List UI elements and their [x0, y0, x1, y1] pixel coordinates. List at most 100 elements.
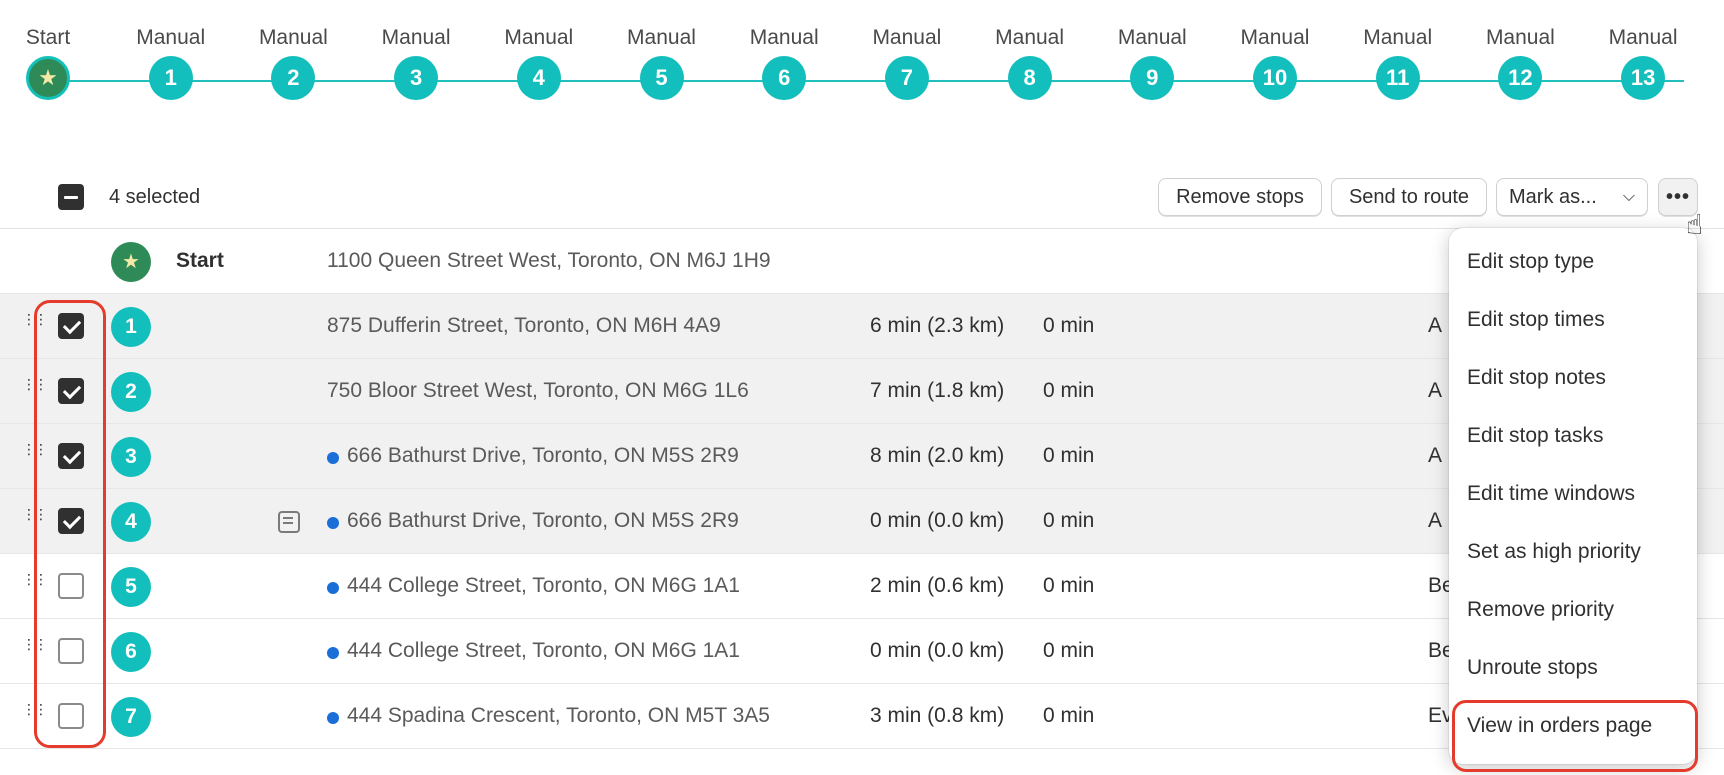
- stop-address: 666 Bathurst Drive, Toronto, ON M5S 2R9: [347, 509, 739, 532]
- stop-status: A: [1428, 314, 1443, 337]
- menu-item-set-as-high-priority[interactable]: Set as high priority: [1449, 526, 1697, 584]
- service-time: 0 min: [1043, 379, 1095, 402]
- mark-as-label: Mark as...: [1509, 186, 1597, 208]
- timeline-stop-marker[interactable]: 11: [1375, 56, 1420, 100]
- timeline-stop-type-label: Manual: [136, 26, 206, 49]
- timeline-stop-marker[interactable]: 9: [1130, 56, 1175, 100]
- order-indicator-dot: [327, 452, 339, 464]
- timeline-start[interactable]: Start ★: [0, 24, 108, 100]
- remove-stops-button[interactable]: Remove stops: [1158, 178, 1322, 216]
- service-time: 0 min: [1043, 704, 1095, 727]
- stop-number-badge: 1: [111, 307, 151, 347]
- timeline-stop-1[interactable]: Manual 1: [111, 24, 231, 100]
- timeline-stop-type-label: Manual: [1608, 26, 1678, 49]
- timeline-stop-marker[interactable]: 12: [1498, 56, 1543, 100]
- timeline-stop-8[interactable]: Manual 8: [970, 24, 1090, 100]
- notes-icon[interactable]: [278, 511, 300, 533]
- menu-item-unroute-stops[interactable]: Unroute stops: [1449, 642, 1697, 700]
- route-timeline: Start ★ Manual 1 Manual 2 Manual 3 Manual 4 Manu…: [0, 0, 1724, 130]
- start-address: 1100 Queen Street West, Toronto, ON M6J …: [327, 249, 771, 272]
- selected-count: 4 selected: [109, 186, 201, 208]
- timeline-stop-marker[interactable]: 10: [1253, 56, 1297, 100]
- timeline-stop-marker[interactable]: 7: [884, 56, 929, 100]
- timeline-stop-4[interactable]: Manual 4: [479, 24, 599, 100]
- order-indicator-dot: [327, 582, 339, 594]
- timeline-stop-marker[interactable]: 2: [271, 56, 316, 100]
- star-icon: ★: [122, 251, 140, 273]
- mark-as-dropdown[interactable]: Mark as... ⌵: [1496, 178, 1648, 216]
- timeline-stop-3[interactable]: Manual 3: [356, 24, 476, 100]
- service-time: 0 min: [1043, 574, 1095, 597]
- travel-time: 3 min (0.8 km): [870, 704, 1005, 727]
- select-all-checkbox[interactable]: [58, 184, 84, 210]
- stop-address: 875 Dufferin Street, Toronto, ON M6H 4A9: [327, 314, 721, 337]
- timeline-stop-2[interactable]: Manual 2: [233, 24, 353, 100]
- drag-handle-icon[interactable]: ⋮⋮: [22, 702, 48, 716]
- drag-handle-icon[interactable]: ⋮⋮: [22, 507, 48, 521]
- timeline-stop-marker[interactable]: 4: [516, 56, 561, 100]
- stop-address: 444 College Street, Toronto, ON M6G 1A1: [347, 639, 740, 662]
- travel-time: 7 min (1.8 km): [870, 379, 1005, 402]
- timeline-stop-marker[interactable]: 5: [639, 56, 684, 100]
- menu-item-edit-stop-notes[interactable]: Edit stop notes: [1449, 352, 1697, 410]
- stop-number-badge: 6: [111, 632, 151, 672]
- timeline-stop-10[interactable]: Manual 10: [1215, 24, 1335, 100]
- stop-address: 750 Bloor Street West, Toronto, ON M6G 1…: [327, 379, 749, 402]
- drag-handle-icon[interactable]: ⋮⋮: [22, 442, 48, 456]
- timeline-stop-5[interactable]: Manual 5: [602, 24, 722, 100]
- timeline-stop-marker[interactable]: 8: [1007, 56, 1052, 100]
- drag-handle-icon[interactable]: ⋮⋮: [22, 377, 48, 391]
- timeline-stop-marker[interactable]: 6: [762, 56, 807, 100]
- travel-time: 6 min (2.3 km): [870, 314, 1005, 337]
- timeline-stop-type-label: Manual: [1485, 26, 1555, 49]
- timeline-stop-type-label: Manual: [627, 26, 696, 49]
- timeline-stop-11[interactable]: Manual 11: [1338, 24, 1458, 100]
- stop-number-badge: 2: [111, 372, 151, 412]
- timeline-stop-marker[interactable]: 3: [394, 56, 439, 100]
- stop-status: A: [1428, 444, 1443, 467]
- service-time: 0 min: [1043, 444, 1095, 467]
- more-actions-menu: Edit stop type Edit stop times Edit stop n…: [1449, 228, 1698, 772]
- chevron-down-icon: ⌵: [1622, 188, 1635, 205]
- timeline-start-label: Start: [25, 26, 71, 49]
- stop-address: 444 College Street, Toronto, ON M6G 1A1: [347, 574, 740, 597]
- timeline-stop-marker[interactable]: 13: [1621, 56, 1666, 100]
- timeline-stop-type-label: Manual: [995, 26, 1065, 49]
- menu-item-view-in-orders-page[interactable]: View in orders page: [1449, 700, 1698, 772]
- drag-handle-icon[interactable]: ⋮⋮: [22, 572, 48, 586]
- order-indicator-dot: [327, 647, 339, 659]
- timeline-start-marker[interactable]: ★: [26, 56, 70, 100]
- menu-item-edit-stop-type[interactable]: Edit stop type: [1449, 236, 1697, 294]
- order-indicator-dot: [327, 712, 339, 724]
- timeline-stop-type-label: Manual: [381, 26, 451, 49]
- drag-handle-icon[interactable]: ⋮⋮: [22, 637, 48, 651]
- timeline-stop-9[interactable]: Manual 9: [1092, 24, 1212, 100]
- menu-item-edit-stop-times[interactable]: Edit stop times: [1449, 294, 1697, 352]
- travel-time: 0 min (0.0 km): [870, 509, 1005, 532]
- timeline-stop-type-label: Manual: [749, 26, 819, 49]
- travel-time: 2 min (0.6 km): [870, 574, 1005, 597]
- menu-item-edit-stop-tasks[interactable]: Edit stop tasks: [1449, 410, 1697, 468]
- timeline-stop-13[interactable]: Manual 13: [1583, 24, 1703, 100]
- timeline-stop-type-label: Manual: [258, 26, 328, 49]
- service-time: 0 min: [1043, 314, 1095, 337]
- timeline-stop-6[interactable]: Manual 6: [724, 24, 844, 100]
- timeline-stop-type-label: Manual: [872, 26, 942, 49]
- travel-time: 8 min (2.0 km): [870, 444, 1005, 467]
- send-to-route-button[interactable]: Send to route: [1331, 178, 1487, 216]
- stop-number-badge: 3: [111, 437, 151, 477]
- timeline-stop-type-label: Manual: [504, 26, 574, 49]
- stop-number-badge: 5: [111, 567, 151, 607]
- timeline-stop-7[interactable]: Manual 7: [847, 24, 967, 100]
- timeline-stop-12[interactable]: Manual 12: [1460, 24, 1580, 100]
- service-time: 0 min: [1043, 639, 1095, 662]
- menu-item-edit-time-windows[interactable]: Edit time windows: [1449, 468, 1697, 526]
- timeline-stop-type-label: Manual: [1117, 26, 1187, 49]
- hand-cursor-icon: ☝: [1686, 209, 1704, 240]
- stop-number-badge: 4: [111, 502, 151, 542]
- stop-status: A: [1428, 509, 1443, 532]
- timeline-stop-marker[interactable]: 1: [148, 56, 193, 100]
- menu-item-remove-priority[interactable]: Remove priority: [1449, 584, 1697, 642]
- star-icon: ★: [38, 65, 58, 90]
- drag-handle-icon[interactable]: ⋮⋮: [22, 312, 48, 326]
